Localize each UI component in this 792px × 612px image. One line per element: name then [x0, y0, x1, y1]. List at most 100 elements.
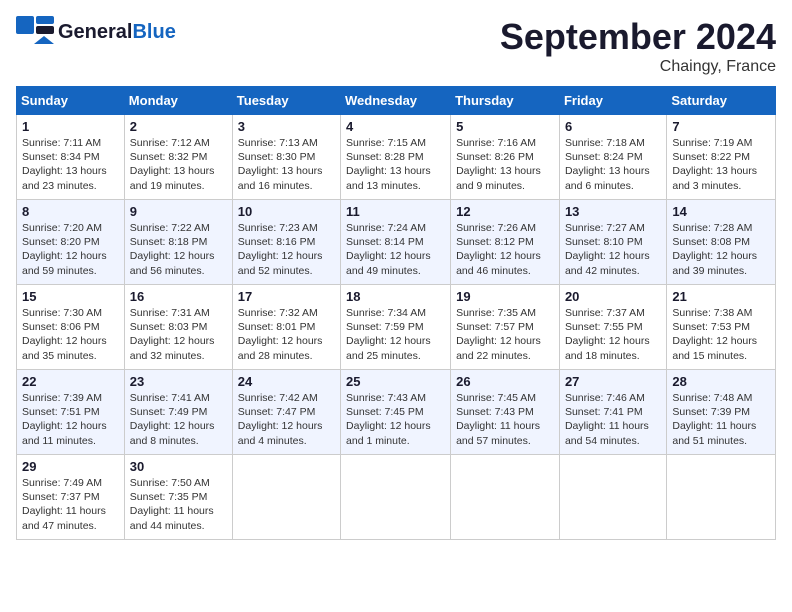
day-info: Sunrise: 7:24 AMSunset: 8:14 PMDaylight:…: [346, 221, 445, 278]
col-thursday: Thursday: [451, 87, 560, 115]
day-number: 22: [22, 374, 119, 389]
table-row: 6Sunrise: 7:18 AMSunset: 8:24 PMDaylight…: [559, 115, 666, 200]
day-number: 23: [130, 374, 227, 389]
table-row: [232, 455, 340, 540]
day-number: 15: [22, 289, 119, 304]
table-row: 8 Sunrise: 7:20 AMSunset: 8:20 PMDaylight…: [17, 200, 125, 285]
week-row-2: 8 Sunrise: 7:20 AMSunset: 8:20 PMDaylight…: [17, 200, 776, 285]
day-info: Sunrise: 7:48 AMSunset: 7:39 PMDaylight:…: [672, 391, 770, 448]
day-info: Sunrise: 7:35 AMSunset: 7:57 PMDaylight:…: [456, 306, 554, 363]
col-friday: Friday: [559, 87, 666, 115]
day-info: Sunrise: 7:27 AMSunset: 8:10 PMDaylight:…: [565, 221, 661, 278]
day-number: 26: [456, 374, 554, 389]
day-number: 18: [346, 289, 445, 304]
table-row: 10 Sunrise: 7:23 AMSunset: 8:16 PMDayligh…: [232, 200, 340, 285]
table-row: 2Sunrise: 7:12 AMSunset: 8:32 PMDaylight…: [124, 115, 232, 200]
table-row: 27Sunrise: 7:46 AMSunset: 7:41 PMDayligh…: [559, 370, 666, 455]
table-row: 19Sunrise: 7:35 AMSunset: 7:57 PMDayligh…: [451, 285, 560, 370]
day-info: Sunrise: 7:11 AMSunset: 8:34 PMDaylight:…: [22, 136, 119, 193]
day-info: Sunrise: 7:38 AMSunset: 7:53 PMDaylight:…: [672, 306, 770, 363]
day-number: 21: [672, 289, 770, 304]
day-number: 7: [672, 119, 770, 134]
table-row: 5Sunrise: 7:16 AMSunset: 8:26 PMDaylight…: [451, 115, 560, 200]
day-info: Sunrise: 7:34 AMSunset: 7:59 PMDaylight:…: [346, 306, 445, 363]
day-number: 6: [565, 119, 661, 134]
day-info: Sunrise: 7:50 AMSunset: 7:35 PMDaylight:…: [130, 476, 227, 533]
table-row: 25Sunrise: 7:43 AMSunset: 7:45 PMDayligh…: [341, 370, 451, 455]
table-row: 12 Sunrise: 7:26 AMSunset: 8:12 PMDayligh…: [451, 200, 560, 285]
table-row: 26 Sunrise: 7:45 AMSunset: 7:43 PMDayligh…: [451, 370, 560, 455]
day-info: Sunrise: 7:16 AMSunset: 8:26 PMDaylight:…: [456, 136, 554, 193]
table-row: 30 Sunrise: 7:50 AMSunset: 7:35 PMDayligh…: [124, 455, 232, 540]
day-number: 30: [130, 459, 227, 474]
day-info: Sunrise: 7:13 AMSunset: 8:30 PMDaylight:…: [238, 136, 335, 193]
col-sunday: Sunday: [17, 87, 125, 115]
table-row: [451, 455, 560, 540]
title-area: September 2024 Chaingy, France: [500, 16, 776, 76]
day-number: 9: [130, 204, 227, 219]
day-info: Sunrise: 7:19 AMSunset: 8:22 PMDaylight:…: [672, 136, 770, 193]
day-number: 13: [565, 204, 661, 219]
day-number: 14: [672, 204, 770, 219]
day-number: 3: [238, 119, 335, 134]
col-monday: Monday: [124, 87, 232, 115]
table-row: 1Sunrise: 7:11 AMSunset: 8:34 PMDaylight…: [17, 115, 125, 200]
logo: GeneralBlue: [16, 16, 176, 48]
day-info: Sunrise: 7:32 AMSunset: 8:01 PMDaylight:…: [238, 306, 335, 363]
month-title: September 2024: [500, 16, 776, 58]
day-number: 4: [346, 119, 445, 134]
day-number: 28: [672, 374, 770, 389]
day-number: 16: [130, 289, 227, 304]
table-row: 9Sunrise: 7:22 AMSunset: 8:18 PMDaylight…: [124, 200, 232, 285]
day-number: 11: [346, 204, 445, 219]
day-info: Sunrise: 7:28 AMSunset: 8:08 PMDaylight:…: [672, 221, 770, 278]
day-number: 2: [130, 119, 227, 134]
day-number: 24: [238, 374, 335, 389]
week-row-4: 22 Sunrise: 7:39 AMSunset: 7:51 PMDayligh…: [17, 370, 776, 455]
table-row: 23 Sunrise: 7:41 AMSunset: 7:49 PMDayligh…: [124, 370, 232, 455]
table-row: 11 Sunrise: 7:24 AMSunset: 8:14 PMDayligh…: [341, 200, 451, 285]
day-number: 10: [238, 204, 335, 219]
day-info: Sunrise: 7:20 AMSunset: 8:20 PMDaylight:…: [22, 221, 119, 278]
table-row: [559, 455, 666, 540]
day-number: 8: [22, 204, 119, 219]
day-info: Sunrise: 7:31 AMSunset: 8:03 PMDaylight:…: [130, 306, 227, 363]
week-row-5: 29 Sunrise: 7:49 AMSunset: 7:37 PMDayligh…: [17, 455, 776, 540]
table-row: 29 Sunrise: 7:49 AMSunset: 7:37 PMDayligh…: [17, 455, 125, 540]
table-row: [341, 455, 451, 540]
location: Chaingy, France: [500, 58, 776, 76]
table-row: 21 Sunrise: 7:38 AMSunset: 7:53 PMDayligh…: [667, 285, 776, 370]
table-row: 15 Sunrise: 7:30 AMSunset: 8:06 PMDayligh…: [17, 285, 125, 370]
day-number: 29: [22, 459, 119, 474]
table-row: [667, 455, 776, 540]
day-info: Sunrise: 7:42 AMSunset: 7:47 PMDaylight:…: [238, 391, 335, 448]
day-info: Sunrise: 7:23 AMSunset: 8:16 PMDaylight:…: [238, 221, 335, 278]
day-number: 20: [565, 289, 661, 304]
day-number: 17: [238, 289, 335, 304]
col-saturday: Saturday: [667, 87, 776, 115]
day-info: Sunrise: 7:37 AMSunset: 7:55 PMDaylight:…: [565, 306, 661, 363]
day-info: Sunrise: 7:41 AMSunset: 7:49 PMDaylight:…: [130, 391, 227, 448]
day-number: 27: [565, 374, 661, 389]
week-row-3: 15 Sunrise: 7:30 AMSunset: 8:06 PMDayligh…: [17, 285, 776, 370]
week-row-1: 1Sunrise: 7:11 AMSunset: 8:34 PMDaylight…: [17, 115, 776, 200]
day-info: Sunrise: 7:30 AMSunset: 8:06 PMDaylight:…: [22, 306, 119, 363]
table-row: 18 Sunrise: 7:34 AMSunset: 7:59 PMDayligh…: [341, 285, 451, 370]
col-wednesday: Wednesday: [341, 87, 451, 115]
day-number: 12: [456, 204, 554, 219]
header: GeneralBlue September 2024 Chaingy, Fran…: [16, 16, 776, 76]
day-info: Sunrise: 7:45 AMSunset: 7:43 PMDaylight:…: [456, 391, 554, 448]
col-tuesday: Tuesday: [232, 87, 340, 115]
table-row: 28 Sunrise: 7:48 AMSunset: 7:39 PMDayligh…: [667, 370, 776, 455]
day-info: Sunrise: 7:39 AMSunset: 7:51 PMDaylight:…: [22, 391, 119, 448]
calendar-table: Sunday Monday Tuesday Wednesday Thursday…: [16, 86, 776, 540]
table-row: 17 Sunrise: 7:32 AMSunset: 8:01 PMDayligh…: [232, 285, 340, 370]
table-row: 4 Sunrise: 7:15 AMSunset: 8:28 PMDaylight…: [341, 115, 451, 200]
day-info: Sunrise: 7:26 AMSunset: 8:12 PMDaylight:…: [456, 221, 554, 278]
day-info: Sunrise: 7:15 AMSunset: 8:28 PMDaylight:…: [346, 136, 445, 193]
table-row: 14 Sunrise: 7:28 AMSunset: 8:08 PMDayligh…: [667, 200, 776, 285]
logo-blue: Blue: [132, 21, 175, 43]
day-info: Sunrise: 7:49 AMSunset: 7:37 PMDaylight:…: [22, 476, 119, 533]
day-number: 25: [346, 374, 445, 389]
logo-general: General: [58, 21, 132, 43]
